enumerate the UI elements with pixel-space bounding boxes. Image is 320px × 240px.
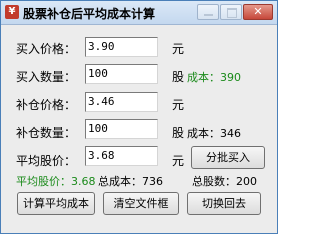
average-price-input[interactable]: 3.68 [85, 146, 158, 166]
buy-price-label: 买入价格： [16, 42, 77, 56]
close-icon: ✕ [253, 5, 263, 18]
add-cost-text: 成本：346 [187, 127, 241, 140]
add-price-unit: 元 [172, 98, 185, 112]
buy-quantity-label: 买入数量： [16, 70, 77, 84]
summary-total-shares: 总股数：200 [192, 175, 257, 188]
summary-average-price: 平均股价：3.68 [16, 175, 96, 188]
split-buy-button[interactable]: 分批买入 [191, 146, 265, 169]
app-icon: ¥ [5, 5, 19, 19]
summary-total-cost: 总成本：736 [98, 175, 163, 188]
add-price-label: 补仓价格： [16, 98, 77, 112]
buy-cost-text: 成本：390 [187, 71, 241, 84]
close-button[interactable]: ✕ [243, 4, 273, 20]
buy-price-input[interactable]: 3.90 [85, 37, 158, 57]
add-quantity-unit: 股 [172, 126, 185, 140]
calculate-average-cost-button[interactable]: 计算平均成本 [17, 192, 95, 215]
minimize-button[interactable] [197, 4, 219, 20]
add-price-input[interactable]: 3.46 [85, 92, 158, 112]
average-price-label: 平均股价： [16, 154, 77, 168]
add-quantity-input[interactable]: 100 [85, 119, 158, 139]
title-bar[interactable]: ¥ 股票补仓后平均成本计算 ✕ [1, 1, 277, 25]
add-quantity-label: 补仓数量： [16, 126, 77, 140]
average-price-unit: 元 [172, 154, 185, 168]
switch-back-button[interactable]: 切换回去 [187, 192, 261, 215]
clear-fields-button[interactable]: 清空文件框 [103, 192, 179, 215]
maximize-button[interactable] [220, 4, 242, 20]
buy-price-unit: 元 [172, 42, 185, 56]
calculator-window: ¥ 股票补仓后平均成本计算 ✕ 买入价格： 3.90 元 买入数量： 100 股… [0, 0, 278, 234]
buy-quantity-unit: 股 [172, 70, 185, 84]
buy-quantity-input[interactable]: 100 [85, 64, 158, 84]
window-title: 股票补仓后平均成本计算 [23, 7, 156, 21]
